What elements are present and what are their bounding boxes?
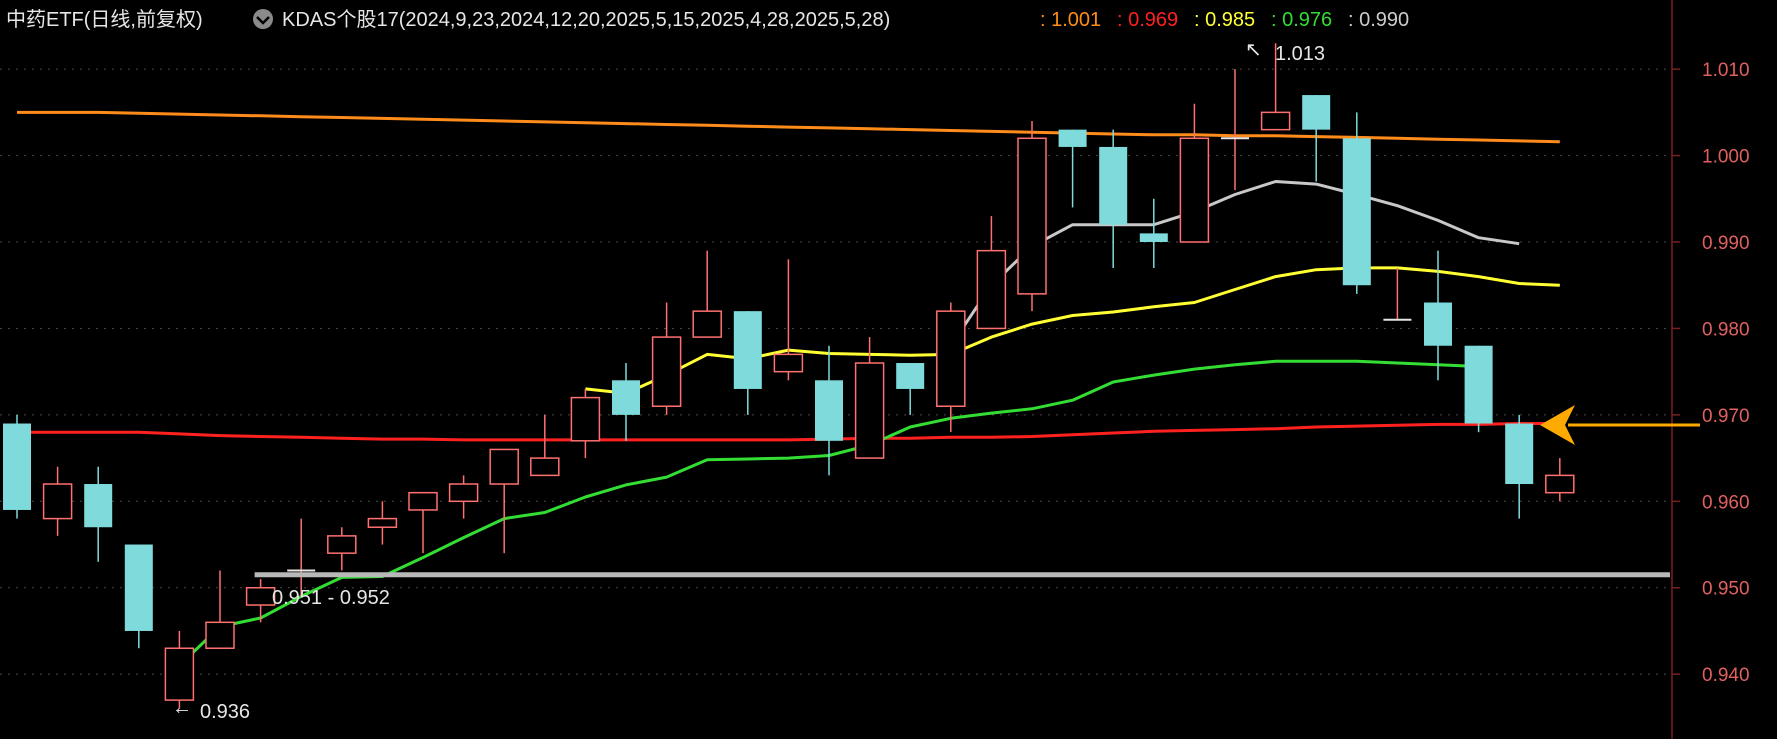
candle [1221,69,1249,191]
chart-header: 中药ETF(日线,前复权) KDAS个股17(2024,9,23,2024,12… [6,8,1409,31]
candle-body [896,363,925,389]
candle [448,475,479,519]
candle [1505,414,1534,519]
candlestick-chart: 1.010 1.000 0.990 0.980 0.970 0.960 0.950 0.940… [0,0,1750,739]
indicator-value-1: : 1.001 [1040,9,1101,31]
candle [1017,121,1047,312]
y-axis: 1.010 1.000 0.990 0.980 0.970 0.960 0.950 0.940 [1672,60,1750,686]
candle-body [1017,137,1047,295]
y-tick-label: 0.990 [1702,233,1750,254]
indicator-name: KDAS个股17(2024,9,23,2024,12,20,2025,5,15,… [282,8,890,31]
y-tick-label: 0.980 [1702,319,1750,340]
candle-body [408,491,438,511]
candle [651,302,682,415]
candle-body [367,517,398,528]
indicator-value-2: : 0.969 [1117,9,1178,31]
candle [327,527,357,571]
candle [3,414,31,519]
candle [1464,345,1493,433]
candle [1099,129,1128,268]
y-tick-label: 1.010 [1702,60,1750,81]
low-annotation: 0.936 [200,701,250,723]
y-tick-label: 0.950 [1702,579,1750,600]
candle [733,311,762,415]
candles [3,43,1575,709]
indicator-line [585,266,1560,395]
candle-body [489,448,519,485]
candle [1139,198,1168,268]
candle [124,544,153,649]
candle [367,501,398,545]
candle [84,466,113,562]
candle-body [84,484,113,528]
candle-body [448,483,479,503]
candle [1179,103,1210,243]
candle-body [205,621,235,649]
indicator-value-3: : 0.985 [1194,9,1255,31]
candle-body [651,336,682,407]
low-arrow-icon: ← [172,697,192,719]
y-tick-label: 1.000 [1702,147,1750,168]
candle-body [1260,111,1291,131]
high-arrow-icon: ↖ [1245,39,1262,61]
candle [245,579,276,623]
pointer-arrow-icon [1540,405,1700,445]
y-tick-label: 0.970 [1702,406,1750,427]
candle-body [1099,146,1128,225]
candle [1342,112,1371,294]
candle-body [3,423,31,510]
candle [287,518,316,597]
indicator-lines [17,110,1560,667]
candle-body [612,380,640,415]
y-tick-label: 0.960 [1702,492,1750,513]
candle [1545,458,1575,502]
candle-body [245,586,276,606]
candle-body [570,396,601,442]
candle-body [1179,137,1210,243]
candle [42,466,73,536]
candle [205,570,235,649]
candle-body [692,310,722,338]
candle [896,363,925,415]
candle-body [936,310,966,407]
dropdown-icon[interactable] [253,9,273,29]
candle-body [1424,302,1452,346]
chart-title: 中药ETF(日线,前复权) [6,8,203,31]
support-annotation: 0.951 - 0.952 [272,587,390,609]
candle [773,259,804,381]
candle [530,414,560,477]
candle [976,216,1007,330]
candle-body [773,353,804,373]
y-tick-label: 0.940 [1702,665,1750,686]
candle-body [976,249,1007,330]
candle [692,250,722,338]
indicator-line [17,422,1560,442]
candle-body [327,535,357,554]
candle-body [530,457,560,477]
candle-body [1505,423,1534,485]
candle [1058,129,1087,208]
indicator-value-5: : 0.990 [1348,9,1409,31]
candle-body [1139,233,1168,243]
indicator-value-4: : 0.976 [1271,9,1332,31]
candle-body [1342,138,1371,286]
candle-body [164,647,195,701]
candle-body [733,311,762,389]
candle [570,388,601,459]
candle-body [1464,345,1493,424]
candle-body [1545,474,1575,494]
candle-body [815,380,843,441]
candle-body [42,483,73,520]
grid-layer [0,68,1672,675]
candle [1383,267,1412,321]
candle-body [1058,129,1087,147]
high-annotation: 1.013 [1275,43,1325,65]
candle [489,448,519,554]
candle-body [854,362,885,459]
candle-body [124,544,153,631]
candle [408,491,438,554]
candle [612,363,640,441]
candle-body [1302,95,1331,130]
candle [936,302,966,433]
